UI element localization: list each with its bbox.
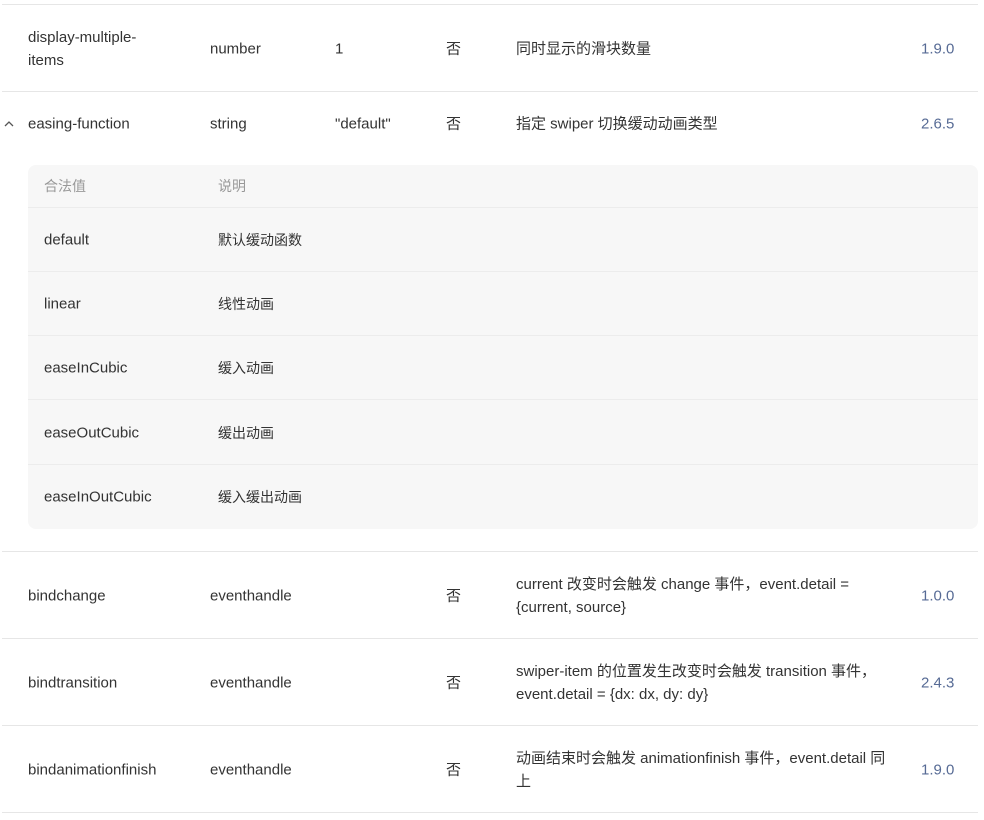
attr-name: bindchange xyxy=(28,587,106,604)
sub-table-header: 合法值 说明 xyxy=(28,165,978,208)
attr-name: bindtransition xyxy=(28,674,118,691)
attr-required: 否 xyxy=(446,761,462,778)
value-desc: 线性动画 xyxy=(218,295,274,312)
attr-desc: 动画结束时会触发 animationfinish 事件，event.detail… xyxy=(516,749,886,790)
value-desc: 缓出动画 xyxy=(218,424,274,441)
attr-version-link[interactable]: 1.0.0 xyxy=(921,584,954,607)
value-name: easeInCubic xyxy=(44,359,128,376)
sub-table-row: linear 线性动画 xyxy=(28,272,978,336)
attr-default: 1 xyxy=(335,40,344,57)
table-row: bindanimationfinish eventhandle 否 动画结束时会… xyxy=(2,725,978,813)
value-name: linear xyxy=(44,295,81,312)
attr-version-link[interactable]: 2.6.5 xyxy=(921,112,954,135)
attr-desc: swiper-item 的位置发生改变时会触发 transition 事件，ev… xyxy=(516,662,877,703)
value-desc: 缓入动画 xyxy=(218,359,274,376)
attr-desc: 指定 swiper 切换缓动动画类型 xyxy=(516,115,718,132)
value-name: easeInOutCubic xyxy=(44,488,152,506)
attr-type: eventhandle xyxy=(210,587,292,604)
attr-type: eventhandle xyxy=(210,761,292,778)
attr-name: bindanimationfinish xyxy=(28,761,157,778)
value-name: easeOutCubic xyxy=(44,424,140,441)
table-bottom-border xyxy=(2,812,978,813)
value-desc: 缓入缓出动画 xyxy=(218,489,302,505)
attr-version-link[interactable]: 1.9.0 xyxy=(921,758,954,781)
attr-version-link[interactable]: 1.9.0 xyxy=(921,37,954,60)
value-name: default xyxy=(44,231,90,248)
attr-required: 否 xyxy=(446,674,462,691)
chevron-up-icon[interactable] xyxy=(2,117,16,131)
sub-table-row: easeOutCubic 缓出动画 xyxy=(28,401,978,465)
easing-values-table: 合法值 说明 default 默认缓动函数 linear 线性动画 easeIn… xyxy=(28,165,978,529)
header-desc: 说明 xyxy=(218,178,246,194)
attr-type: string xyxy=(210,115,247,132)
attr-desc: current 改变时会触发 change 事件，event.detail = … xyxy=(516,575,850,616)
table-row: display-multiple- items number 1 否 同时显示的… xyxy=(2,4,978,92)
header-value: 合法值 xyxy=(44,178,86,194)
attr-name: easing-function xyxy=(28,115,130,132)
value-desc: 默认缓动函数 xyxy=(218,231,302,248)
attr-required: 否 xyxy=(446,115,462,132)
sub-table-row: default 默认缓动函数 xyxy=(28,208,978,272)
attr-name: display-multiple- items xyxy=(28,28,137,69)
attr-desc: 同时显示的滑块数量 xyxy=(516,40,652,57)
attr-type: number xyxy=(210,40,261,57)
attr-type: eventhandle xyxy=(210,674,292,691)
attr-version-link[interactable]: 2.4.3 xyxy=(921,671,954,694)
sub-table-row: easeInCubic 缓入动画 xyxy=(28,336,978,400)
table-row: bindchange eventhandle 否 current 改变时会触发 … xyxy=(2,551,978,639)
table-row: bindtransition eventhandle 否 swiper-item… xyxy=(2,638,978,726)
table-row-expanded: easing-function string "default" 否 指定 sw… xyxy=(2,91,978,155)
attr-default: "default" xyxy=(335,115,391,132)
attr-required: 否 xyxy=(446,587,462,604)
attr-required: 否 xyxy=(446,40,462,57)
sub-table-row: easeInOutCubic 缓入缓出动画 xyxy=(28,465,978,529)
